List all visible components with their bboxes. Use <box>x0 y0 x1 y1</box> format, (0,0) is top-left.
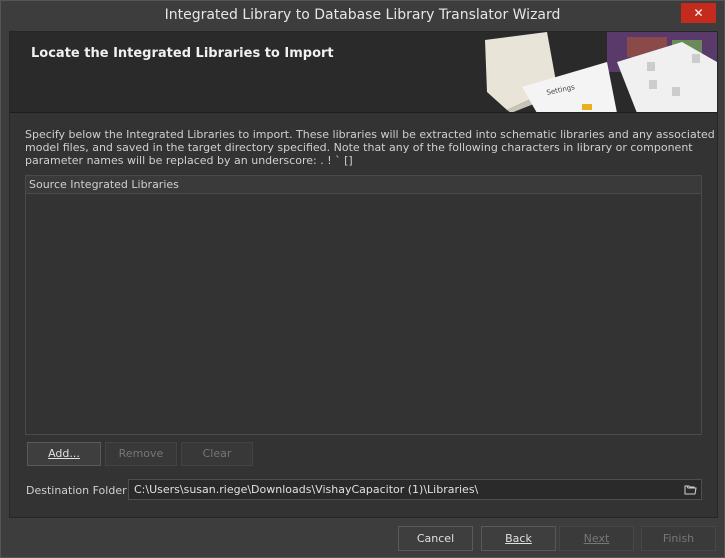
wizard-window: Integrated Library to Database Library T… <box>0 0 725 558</box>
window-title: Integrated Library to Database Library T… <box>164 7 561 23</box>
remove-button-label: Remove <box>118 447 164 460</box>
source-libraries-list[interactable]: Source Integrated Libraries <box>25 175 702 435</box>
destination-folder-label: Destination Folder <box>26 484 127 497</box>
destination-folder-value: C:\Users\susan.riege\Downloads\VishayCap… <box>134 483 479 496</box>
description-text: Specify below the Integrated Libraries t… <box>25 128 715 167</box>
title-bar: Integrated Library to Database Library T… <box>1 1 724 31</box>
next-button-label: Next <box>583 532 610 545</box>
list-column-header[interactable]: Source Integrated Libraries <box>26 176 701 194</box>
finish-button[interactable]: Finish <box>641 526 716 551</box>
wizard-content: Locate the Integrated Libraries to Impor… <box>9 31 718 518</box>
add-button[interactable]: Add... <box>27 442 101 466</box>
clear-button-label: Clear <box>202 447 232 460</box>
back-button-label: Back <box>505 532 532 545</box>
next-button[interactable]: Next <box>559 526 634 551</box>
add-button-label: Add... <box>48 447 80 460</box>
destination-folder-input[interactable]: C:\Users\susan.riege\Downloads\VishayCap… <box>128 479 702 500</box>
folder-open-icon[interactable] <box>684 483 697 495</box>
clear-button[interactable]: Clear <box>181 442 253 466</box>
wizard-header: Locate the Integrated Libraries to Impor… <box>10 32 717 113</box>
close-button[interactable]: ✕ <box>681 3 716 23</box>
back-button[interactable]: Back <box>481 526 556 551</box>
cancel-button[interactable]: Cancel <box>398 526 473 551</box>
header-illustration-icon: Settings <box>477 32 717 112</box>
page-title: Locate the Integrated Libraries to Impor… <box>31 46 334 61</box>
remove-button[interactable]: Remove <box>105 442 177 466</box>
